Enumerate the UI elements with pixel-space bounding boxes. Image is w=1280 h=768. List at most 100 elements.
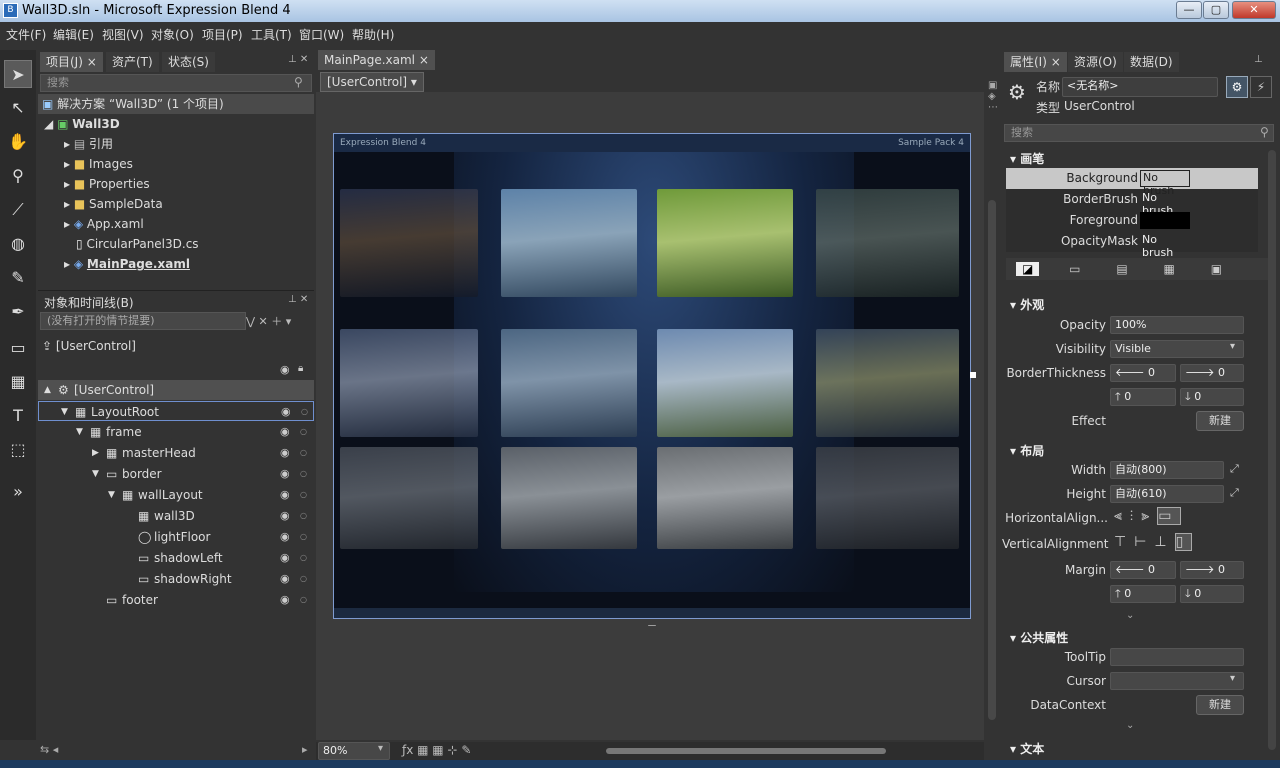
- assets-more-icon[interactable]: »: [4, 478, 32, 506]
- expander-icon[interactable]: ▼: [92, 464, 99, 484]
- common-section-header[interactable]: ▾ 公共属性: [1010, 629, 1068, 646]
- artboard[interactable]: Expression Blend 4 Sample Pack 4: [333, 133, 971, 619]
- lock-all-icon[interactable]: 🔒︎: [298, 363, 303, 374]
- margin-right-field[interactable]: 🡒 0: [1180, 561, 1244, 579]
- object-tree-row[interactable]: ▼ ▦ frame ◉ ○: [38, 422, 314, 442]
- opacity-field[interactable]: 100%: [1110, 316, 1244, 334]
- menu-window[interactable]: 窗口(W): [299, 26, 344, 43]
- solid-brush-icon[interactable]: ▭: [1069, 262, 1080, 276]
- maximize-button[interactable]: ▢: [1203, 1, 1229, 19]
- pin-icon[interactable]: ⊥ ✕: [288, 54, 308, 65]
- expand-icon[interactable]: ▸: [64, 137, 70, 151]
- objects-footer-icon[interactable]: ⇆ ◂: [40, 743, 58, 756]
- properties-view-icon[interactable]: ⚙: [1226, 76, 1248, 98]
- object-tree-row[interactable]: ◯ lightFloor ◉ ○: [38, 527, 314, 547]
- object-tree-row[interactable]: ▲ ⚙ [UserControl]: [38, 380, 314, 400]
- brush-value-opacitymask[interactable]: No brush: [1140, 233, 1190, 259]
- properties-scrollbar[interactable]: [1268, 150, 1276, 750]
- object-tree-row[interactable]: ▶ ▦ masterHead ◉ ○: [38, 443, 314, 463]
- visibility-eye-icon[interactable]: ◉: [281, 402, 291, 422]
- pencil-tool-icon[interactable]: ✎: [4, 264, 32, 292]
- lock-toggle-icon[interactable]: ○: [300, 443, 307, 463]
- expand-icon[interactable]: ▸: [64, 197, 70, 211]
- menu-tools[interactable]: 工具(T): [251, 26, 292, 43]
- expander-icon[interactable]: ▼: [108, 485, 115, 505]
- tree-item-images[interactable]: ▸ ■ Images: [64, 154, 133, 174]
- tab-assets[interactable]: 资产(T): [106, 52, 159, 72]
- object-tree-row[interactable]: ▭ footer ◉ ○: [38, 590, 314, 610]
- pen-tool-icon[interactable]: ✒: [4, 298, 32, 326]
- cursor-select[interactable]: [1110, 672, 1244, 690]
- stage-side-icons[interactable]: ▣ ◈ ⋯: [988, 80, 998, 140]
- menu-view[interactable]: 视图(V): [102, 26, 144, 43]
- expand-more-icon[interactable]: ⌄: [1126, 610, 1134, 621]
- lock-toggle-icon[interactable]: ○: [300, 548, 307, 568]
- layout-section-header[interactable]: ▾ 布局: [1010, 442, 1044, 459]
- stretch-icon[interactable]: ▭: [1157, 507, 1181, 525]
- border-left-field[interactable]: 🡐 0: [1110, 364, 1176, 382]
- text-tool-icon[interactable]: T: [4, 402, 32, 430]
- tree-item-app-xaml[interactable]: ▸ ◈ App.xaml: [64, 214, 144, 234]
- margin-left-field[interactable]: 🡐 0: [1110, 561, 1176, 579]
- tree-item-circularpanel[interactable]: ▯ CircularPanel3D.cs: [76, 234, 199, 254]
- no-brush-icon[interactable]: ◪: [1016, 262, 1040, 276]
- zoom-tool-icon[interactable]: ⚲: [4, 162, 32, 190]
- artboard-options-icons[interactable]: ƒx ▦ ▦ ⊹ ✎: [402, 743, 471, 757]
- brush-label-borderbrush[interactable]: BorderBrush: [1006, 192, 1138, 206]
- zoom-dropdown-icon[interactable]: ▾: [378, 743, 383, 754]
- lock-toggle-icon[interactable]: ○: [300, 569, 307, 589]
- horizontal-scrollbar[interactable]: [606, 748, 886, 754]
- menu-project[interactable]: 项目(P): [202, 26, 243, 43]
- tree-item-references[interactable]: ▸ ▤ 引用: [64, 134, 113, 154]
- expand-icon[interactable]: ▸: [64, 217, 70, 231]
- menu-edit[interactable]: 编辑(E): [53, 26, 94, 43]
- pin-icon[interactable]: ⊥: [1254, 54, 1263, 65]
- gradient-brush-icon[interactable]: ▤: [1116, 262, 1127, 276]
- events-view-icon[interactable]: ⚡: [1250, 76, 1272, 98]
- minimize-button[interactable]: —: [1176, 1, 1202, 19]
- resize-handle-right[interactable]: [970, 372, 976, 378]
- lock-toggle-icon[interactable]: ○: [300, 506, 307, 526]
- visibility-eye-icon[interactable]: ◉: [280, 548, 290, 568]
- menu-object[interactable]: 对象(O): [151, 26, 194, 43]
- object-tree-row[interactable]: ▭ shadowRight ◉ ○: [38, 569, 314, 589]
- border-right-field[interactable]: 🡒 0: [1180, 364, 1244, 382]
- visibility-eye-icon[interactable]: ◉: [280, 590, 290, 610]
- brush-value-background[interactable]: No brush: [1140, 170, 1190, 197]
- object-tree-row[interactable]: ▭ shadowLeft ◉ ○: [38, 548, 314, 568]
- valign-buttons[interactable]: ⊤⊢⊥▯: [1114, 533, 1193, 551]
- chevron-down-icon[interactable]: ▾: [1230, 673, 1235, 684]
- border-bottom-field[interactable]: 🡓 0: [1180, 388, 1244, 406]
- doc-tab-mainpage[interactable]: MainPage.xaml ×: [318, 50, 435, 70]
- tree-item-mainpage[interactable]: ▸ ◈ MainPage.xaml: [64, 254, 190, 274]
- halign-buttons[interactable]: ⫷⫶⫸▭: [1114, 507, 1181, 525]
- effect-new-button[interactable]: 新建: [1196, 411, 1244, 431]
- expander-icon[interactable]: ▼: [61, 402, 68, 422]
- stage-vertical-scrollbar[interactable]: [988, 200, 996, 720]
- object-tree-row[interactable]: ▼ ▦ LayoutRoot ◉ ○: [38, 401, 314, 421]
- lock-toggle-icon[interactable]: ○: [300, 422, 307, 442]
- visibility-eye-icon[interactable]: ◉: [280, 485, 290, 505]
- tree-item-sampledata[interactable]: ▸ ■ SampleData: [64, 194, 163, 214]
- property-search-input[interactable]: 搜索: [1004, 124, 1274, 142]
- show-all-eye-icon[interactable]: ◉: [280, 363, 290, 376]
- asset-brush-tool-icon[interactable]: ⬚: [4, 436, 32, 464]
- solution-row[interactable]: ▣ 解决方案 “Wall3D” (1 个项目): [38, 94, 314, 114]
- scroll-right-icon[interactable]: ▸: [302, 743, 308, 756]
- collapse-icon[interactable]: ◢: [44, 117, 53, 131]
- brush-value-foreground[interactable]: [1140, 212, 1190, 229]
- resize-handle-bottom[interactable]: ⏤: [645, 620, 659, 634]
- rectangle-tool-icon[interactable]: ▭: [4, 334, 32, 362]
- grid-tool-icon[interactable]: ▦: [4, 368, 32, 396]
- paint-bucket-tool-icon[interactable]: ◍: [4, 230, 32, 258]
- expander-icon[interactable]: ▶: [92, 443, 99, 463]
- text-section-header[interactable]: ▾ 文本: [1010, 740, 1044, 757]
- project-search-input[interactable]: 搜索: [40, 74, 312, 92]
- lock-toggle-icon[interactable]: ○: [300, 464, 307, 484]
- visibility-select[interactable]: Visible: [1110, 340, 1244, 358]
- object-tree-row[interactable]: ▦ wall3D ◉ ○: [38, 506, 314, 526]
- object-tree-row[interactable]: ▼ ▭ border ◉ ○: [38, 464, 314, 484]
- close-button[interactable]: ✕: [1232, 1, 1276, 19]
- breadcrumb[interactable]: [UserControl] ▾: [320, 72, 424, 92]
- visibility-eye-icon[interactable]: ◉: [280, 422, 290, 442]
